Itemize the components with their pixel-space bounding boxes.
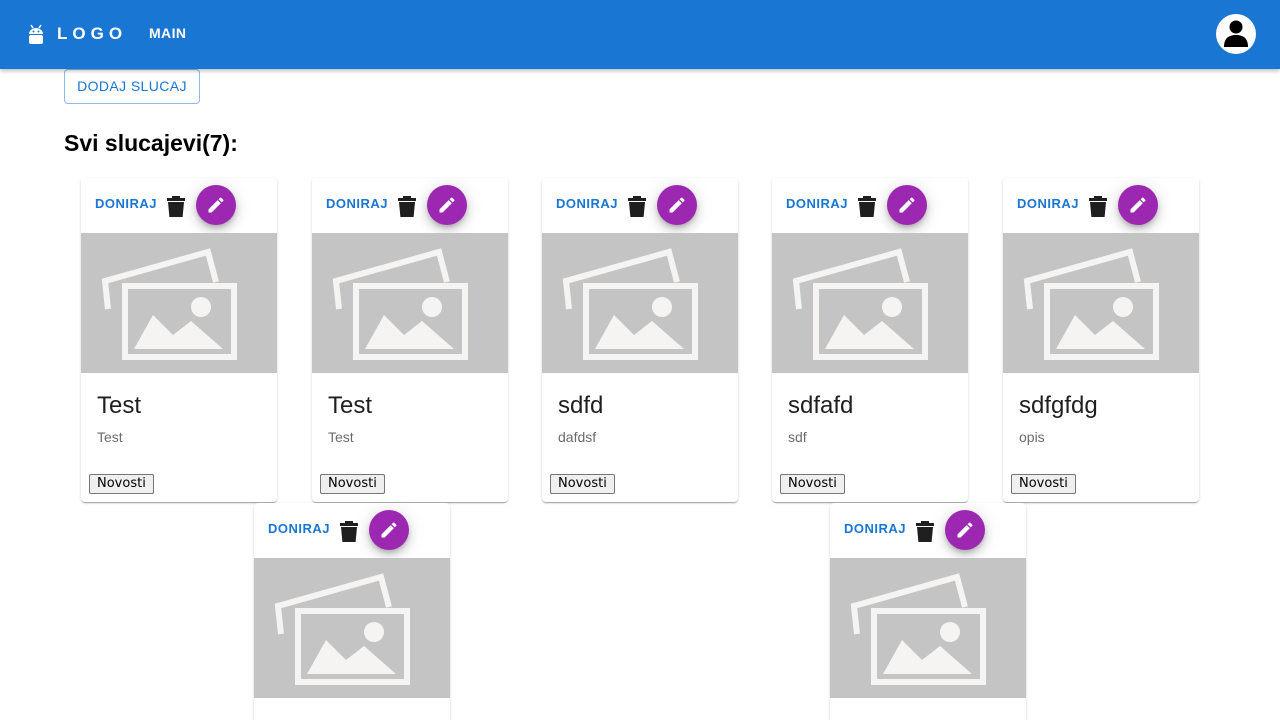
donate-button[interactable]: DONIRAJ xyxy=(838,517,912,541)
card-actions: DONIRAJ xyxy=(1003,178,1199,233)
pencil-icon xyxy=(899,197,915,213)
card-description: dafdsf xyxy=(558,429,597,445)
card-description: sdf xyxy=(788,429,807,445)
image-placeholder-icon xyxy=(312,233,508,373)
donate-button[interactable]: DONIRAJ xyxy=(89,192,163,216)
case-card: DONIRAJ sdfd dafdsf Novosti xyxy=(542,178,738,502)
image-placeholder-icon xyxy=(542,233,738,373)
category-tag-button[interactable]: Novosti xyxy=(1011,474,1076,494)
page-title: Svi slucajevi(7): xyxy=(64,130,238,156)
donate-button[interactable]: DONIRAJ xyxy=(780,192,854,216)
card-actions: DONIRAJ xyxy=(830,503,1026,558)
trash-icon[interactable] xyxy=(166,195,186,217)
case-card: DONIRAJ xyxy=(830,503,1026,720)
category-tag-button[interactable]: Novosti xyxy=(550,474,615,494)
image-placeholder-icon xyxy=(772,233,968,373)
edit-button[interactable] xyxy=(369,510,409,550)
card-title: sdfd xyxy=(558,392,604,419)
image-placeholder-icon xyxy=(254,558,450,698)
image-placeholder-icon xyxy=(1003,233,1199,373)
donate-button[interactable]: DONIRAJ xyxy=(320,192,394,216)
card-image-placeholder xyxy=(772,233,968,373)
pencil-icon xyxy=(1130,197,1146,213)
case-card: DONIRAJ sdfafd sdf Novosti xyxy=(772,178,968,502)
edit-button[interactable] xyxy=(945,510,985,550)
card-actions: DONIRAJ xyxy=(81,178,277,233)
case-card: DONIRAJ xyxy=(254,503,450,720)
category-tag-button[interactable]: Novosti xyxy=(780,474,845,494)
account-button[interactable] xyxy=(1216,14,1256,54)
card-description: Test xyxy=(328,429,354,445)
trash-icon[interactable] xyxy=(915,520,935,542)
edit-button[interactable] xyxy=(1118,185,1158,225)
image-placeholder-icon xyxy=(81,233,277,373)
card-actions: DONIRAJ xyxy=(254,503,450,558)
category-tag-button[interactable]: Novosti xyxy=(320,474,385,494)
edit-button[interactable] xyxy=(427,185,467,225)
donate-button[interactable]: DONIRAJ xyxy=(262,517,336,541)
case-card: DONIRAJ sdfgfdg opis Novosti xyxy=(1003,178,1199,502)
card-image-placeholder xyxy=(312,233,508,373)
card-title: sdfgfdg xyxy=(1019,392,1098,419)
trash-icon[interactable] xyxy=(627,195,647,217)
pencil-icon xyxy=(669,197,685,213)
card-image-placeholder xyxy=(542,233,738,373)
edit-button[interactable] xyxy=(887,185,927,225)
image-placeholder-icon xyxy=(830,558,1026,698)
pencil-icon xyxy=(381,522,397,538)
case-card: DONIRAJ Test Test Novosti xyxy=(81,178,277,502)
card-actions: DONIRAJ xyxy=(312,178,508,233)
card-title: Test xyxy=(97,392,142,419)
card-image-placeholder xyxy=(1003,233,1199,373)
pencil-icon xyxy=(957,522,973,538)
trash-icon[interactable] xyxy=(857,195,877,217)
donate-button[interactable]: DONIRAJ xyxy=(1011,192,1085,216)
app-bar: LOGO MAIN xyxy=(0,0,1280,69)
nav-main-link[interactable]: MAIN xyxy=(138,17,197,49)
pencil-icon xyxy=(439,197,455,213)
edit-button[interactable] xyxy=(657,185,697,225)
logo-text: LOGO xyxy=(57,24,128,43)
card-image-placeholder xyxy=(254,558,450,698)
android-icon xyxy=(27,22,45,46)
account-icon xyxy=(1224,20,1248,47)
case-card: DONIRAJ Test Test Novosti xyxy=(312,178,508,502)
trash-icon[interactable] xyxy=(1088,195,1108,217)
trash-icon[interactable] xyxy=(339,520,359,542)
card-title: Test xyxy=(328,392,373,419)
category-tag-button[interactable]: Novosti xyxy=(89,474,154,494)
card-actions: DONIRAJ xyxy=(772,178,968,233)
card-image-placeholder xyxy=(830,558,1026,698)
card-actions: DONIRAJ xyxy=(542,178,738,233)
card-title: sdfafd xyxy=(788,392,854,419)
card-image-placeholder xyxy=(81,233,277,373)
pencil-icon xyxy=(208,197,224,213)
card-description: Test xyxy=(97,429,123,445)
edit-button[interactable] xyxy=(196,185,236,225)
trash-icon[interactable] xyxy=(397,195,417,217)
donate-button[interactable]: DONIRAJ xyxy=(550,192,624,216)
card-description: opis xyxy=(1019,429,1045,445)
add-case-button[interactable]: DODAJ SLUCAJ xyxy=(64,69,200,104)
